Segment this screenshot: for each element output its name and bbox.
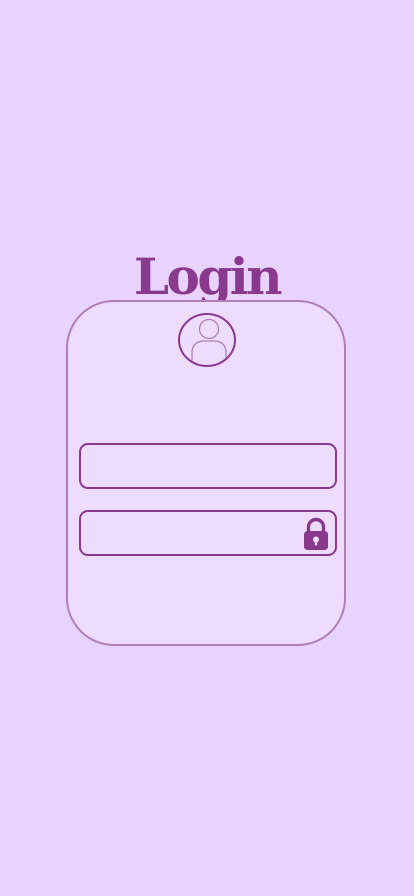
password-input[interactable] [79,510,337,556]
user-silhouette-icon [191,318,227,365]
username-input[interactable] [79,443,337,489]
lock-icon [304,517,328,550]
login-card [66,300,346,646]
avatar [178,313,236,367]
